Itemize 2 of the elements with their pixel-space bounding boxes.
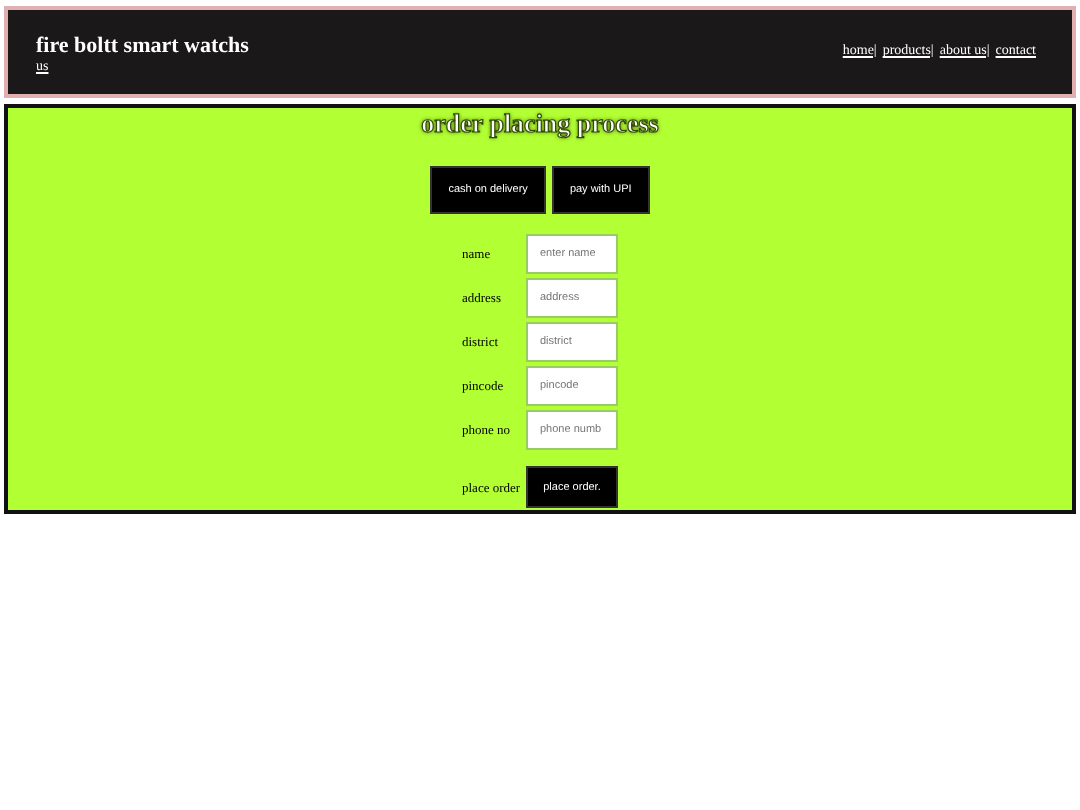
page-heading: order placing process <box>421 108 659 140</box>
site-title: fire boltt smart watchs <box>36 34 249 58</box>
